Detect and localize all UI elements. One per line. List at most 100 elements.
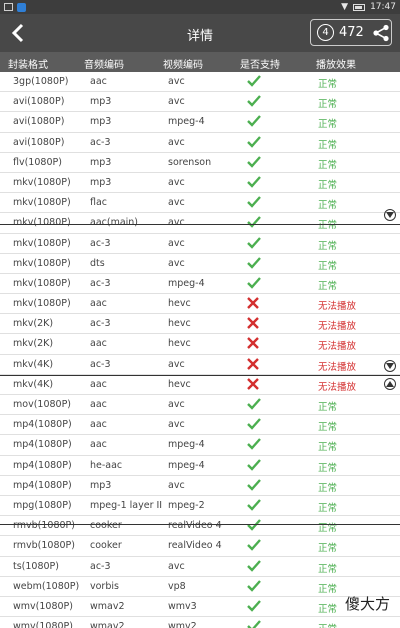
cell-container: mkv(1080P)	[13, 257, 71, 269]
cell-audio: dts	[90, 257, 105, 269]
table-row[interactable]: mp4(1080P) aac mpeg-4 正常	[0, 435, 400, 456]
check-icon	[247, 579, 261, 592]
cell-support	[247, 579, 261, 595]
cell-video: avc	[168, 197, 185, 209]
cell-audio: ac-3	[90, 277, 111, 289]
cell-video: avc	[168, 176, 185, 188]
cell-support	[247, 377, 259, 393]
cell-support	[247, 95, 261, 110]
cell-container: avi(1080P)	[13, 116, 65, 128]
table-row[interactable]: avi(1080P) mp3 avc 正常	[0, 92, 400, 113]
cell-container: mkv(1080P)	[13, 217, 71, 229]
cell-video: hevc	[168, 378, 191, 390]
table-row[interactable]: 3gp(1080P) aac avc 正常	[0, 72, 400, 93]
scroll-down-icon[interactable]	[384, 360, 396, 372]
cell-container: rmvb(1080P)	[13, 520, 75, 532]
table-row[interactable]: mkv(1080P) ac-3 mpeg-4 正常	[0, 274, 400, 295]
cell-effect: 正常	[318, 603, 338, 615]
table-row[interactable]: wmv(1080P) wmav2 wmv3 正常	[0, 597, 400, 618]
table-row[interactable]: avi(1080P) mp3 mpeg-4 正常	[0, 112, 400, 133]
table-row[interactable]: mp4(1080P) aac avc 正常	[0, 415, 400, 436]
table-row[interactable]: mkv(2K) ac-3 hevc 无法播放	[0, 314, 400, 335]
cell-container: mkv(1080P)	[13, 176, 71, 188]
cell-video: mpeg-4	[168, 116, 205, 128]
table-row[interactable]: mkv(1080P) mp3 avc 正常	[0, 173, 400, 194]
cell-audio: ac-3	[90, 318, 111, 330]
cell-support	[247, 317, 259, 332]
cell-container: avi(1080P)	[13, 136, 65, 148]
stitch-line	[0, 224, 400, 225]
cell-effect: 正常	[318, 442, 338, 454]
cell-effect: 正常	[318, 583, 338, 595]
check-icon	[247, 176, 261, 188]
wifi-icon: ▼	[341, 2, 349, 12]
table-row[interactable]: mkv(2K) aac hevc 无法播放	[0, 334, 400, 355]
cell-support	[247, 620, 261, 628]
cell-effect: 正常	[318, 502, 338, 514]
cell-container: mkv(1080P)	[13, 197, 71, 209]
table-row[interactable]: mp4(1080P) he-aac mpeg-4 正常	[0, 456, 400, 476]
check-icon	[247, 458, 261, 471]
cell-container: flv(1080P)	[13, 156, 62, 168]
cell-support	[247, 236, 261, 252]
table-row[interactable]: ts(1080P) ac-3 avc 正常	[0, 557, 400, 577]
table-row[interactable]: wmv(1080P) wmav2 wmv2 正常	[0, 617, 400, 628]
table-row[interactable]: mkv(1080P) ac-3 avc 正常	[0, 234, 400, 254]
table-row[interactable]: webm(1080P) vorbis vp8 正常	[0, 577, 400, 597]
share-icon[interactable]	[372, 24, 390, 42]
cell-video: realVideo 4	[168, 520, 222, 532]
cell-support	[247, 478, 261, 494]
table-row[interactable]: rmvb(1080P) cooker realVideo 4 正常	[0, 516, 400, 537]
table-row[interactable]: mkv(1080P) aac hevc 无法播放	[0, 294, 400, 315]
table-row[interactable]: mp4(1080P) mp3 avc 正常	[0, 476, 400, 496]
cell-effect: 正常	[318, 260, 338, 272]
cell-container: rmvb(1080P)	[13, 540, 75, 552]
check-icon	[247, 398, 261, 410]
cell-audio: aac	[90, 378, 107, 390]
cell-container: 3gp(1080P)	[13, 76, 69, 87]
col-audio: 音频编码	[84, 60, 124, 71]
cell-effect: 正常	[318, 462, 338, 474]
cell-audio: aac	[90, 298, 107, 310]
cell-video: avc	[168, 399, 185, 410]
cell-support	[247, 256, 261, 272]
table-row[interactable]: avi(1080P) ac-3 avc 正常	[0, 133, 400, 153]
cell-video: mpeg-4	[168, 277, 205, 289]
table-row[interactable]: mkv(1080P) dts avc 正常	[0, 254, 400, 274]
cell-support	[247, 135, 261, 151]
check-icon	[247, 75, 261, 87]
cell-audio: vorbis	[90, 580, 119, 592]
cell-video: avc	[168, 479, 185, 491]
cell-audio: ac-3	[90, 237, 111, 249]
cell-effect: 正常	[318, 280, 338, 292]
scroll-up-icon[interactable]	[384, 378, 396, 390]
comment-count: 472	[339, 25, 364, 40]
cell-video: hevc	[168, 338, 191, 350]
table-row[interactable]: mov(1080P) aac avc 正常	[0, 395, 400, 416]
cell-audio: aac	[90, 399, 107, 410]
cell-video: avc	[168, 257, 185, 269]
table-row[interactable]: rmvb(1080P) cooker realVideo 4 正常	[0, 536, 400, 557]
cell-container: avi(1080P)	[13, 96, 65, 108]
table-row[interactable]: flv(1080P) mp3 sorenson 正常	[0, 153, 400, 173]
cell-support	[247, 115, 261, 130]
cell-support	[247, 277, 261, 292]
cell-support	[247, 176, 261, 191]
cell-effect: 正常	[318, 621, 337, 628]
scroll-down-icon[interactable]	[384, 209, 396, 221]
table-row[interactable]: mpg(1080P) mpeg-1 layer II mpeg-2 正常	[0, 496, 400, 517]
title-bar: 详情 4 472	[0, 14, 400, 52]
cell-audio: he-aac	[90, 459, 123, 471]
cell-video: avc	[168, 76, 185, 87]
table-row[interactable]: mkv(4K) ac-3 avc 无法播放	[0, 355, 400, 375]
comment-count-box[interactable]: 4 472	[310, 19, 392, 46]
table-row[interactable]: mkv(4K) aac hevc 无法播放	[0, 375, 400, 395]
table-row[interactable]: mkv(1080P) flac avc 正常	[0, 193, 400, 214]
stitch-line	[0, 524, 400, 525]
cell-support	[247, 519, 261, 534]
check-icon	[247, 620, 261, 628]
cell-video: avc	[168, 237, 185, 249]
cell-video: avc	[168, 217, 185, 229]
cell-container: mov(1080P)	[13, 399, 72, 410]
check-icon	[247, 256, 261, 269]
